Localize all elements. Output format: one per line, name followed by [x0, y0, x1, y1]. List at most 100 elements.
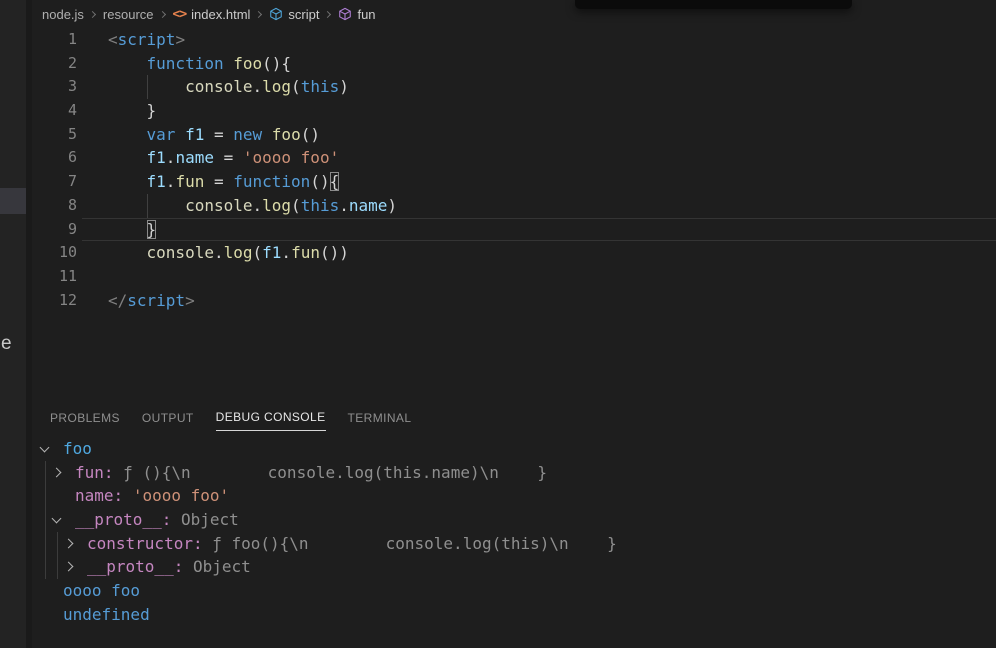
console-row-text: undefined	[63, 603, 150, 627]
code-token: >	[175, 30, 185, 49]
code-token	[123, 486, 133, 505]
code-token: log	[262, 77, 291, 96]
breadcrumb-item-fun[interactable]: fun	[338, 7, 375, 22]
code-token: (	[291, 196, 301, 215]
code-token: .	[166, 148, 176, 167]
bottom-panel: PROBLEMS OUTPUT DEBUG CONSOLE TERMINAL foof…	[32, 397, 996, 648]
code-text: f1.name = 'oooo foo'	[108, 146, 339, 170]
code-line[interactable]: 6 f1.name = 'oooo foo'	[32, 146, 996, 170]
code-token: (	[253, 243, 263, 262]
tab-problems[interactable]: PROBLEMS	[50, 404, 120, 431]
code-token: ƒ foo(){\n console.log(this)\n }	[212, 534, 617, 553]
code-token: this	[301, 196, 340, 215]
console-row-text: __proto__: Object	[87, 555, 251, 579]
tab-output[interactable]: OUTPUT	[142, 404, 194, 431]
code-line[interactable]: 10 console.log(f1.fun())	[32, 241, 996, 265]
code-token	[108, 172, 147, 191]
code-editor[interactable]: 1<script>2 function foo(){3 console.log(…	[32, 28, 996, 312]
code-token: oooo foo	[63, 581, 140, 600]
breadcrumb-label: fun	[357, 7, 375, 22]
code-line[interactable]: 2 function foo(){	[32, 52, 996, 76]
breadcrumb-label: index.html	[191, 7, 250, 22]
html-file-icon: <>	[173, 7, 187, 22]
code-text: </script>	[108, 289, 195, 313]
breadcrumb-item-script[interactable]: script	[269, 7, 319, 22]
tab-terminal[interactable]: TERMINAL	[348, 404, 412, 431]
console-row[interactable]: foo	[32, 437, 996, 461]
breadcrumb-item-resource[interactable]: resource	[103, 7, 154, 22]
console-row[interactable]: name: 'oooo foo'	[32, 484, 996, 508]
code-text: function foo(){	[108, 52, 291, 76]
code-token: script	[118, 30, 176, 49]
console-row-text: name: 'oooo foo'	[75, 484, 229, 508]
code-token: .	[253, 196, 263, 215]
chevron-right-icon	[255, 10, 262, 17]
console-row-text: oooo foo	[63, 579, 140, 603]
code-line[interactable]: 8 console.log(this.name)	[32, 194, 996, 218]
code-token: Object	[193, 557, 251, 576]
code-token: }	[108, 101, 156, 120]
code-token: f1	[147, 148, 166, 167]
code-token: undefined	[63, 605, 150, 624]
line-number: 10	[32, 241, 77, 265]
code-token: script	[127, 291, 185, 310]
code-line[interactable]: 5 var f1 = new foo()	[32, 123, 996, 147]
chevron-down-icon[interactable]	[40, 443, 50, 453]
code-token: )	[339, 77, 349, 96]
code-line[interactable]: 12</script>	[32, 289, 996, 313]
chevron-right-icon	[89, 10, 96, 17]
code-token	[114, 463, 124, 482]
line-number: 3	[32, 75, 77, 99]
code-token: console	[185, 196, 252, 215]
code-line[interactable]: 11	[32, 265, 996, 289]
code-token: name:	[75, 486, 123, 505]
code-token: name	[175, 148, 214, 167]
line-number: 11	[32, 265, 77, 289]
code-text: <script>	[108, 28, 185, 52]
code-line[interactable]: 7 f1.fun = function(){	[32, 170, 996, 194]
console-row[interactable]: undefined	[32, 603, 996, 627]
code-token: (){	[262, 54, 291, 73]
code-token: function	[147, 54, 224, 73]
chevron-right-icon[interactable]	[52, 467, 62, 477]
debug-console-output[interactable]: foofun: ƒ (){\n console.log(this.name)\n…	[32, 437, 996, 648]
code-line[interactable]: 9 }	[32, 218, 996, 242]
code-token: .	[281, 243, 291, 262]
code-token: __proto__:	[87, 557, 183, 576]
breadcrumb-item-node-js[interactable]: node.js	[42, 7, 84, 22]
background-partial-text: e	[1, 333, 12, 355]
console-row[interactable]: oooo foo	[32, 579, 996, 603]
breadcrumb-item-index-html[interactable]: <> index.html	[173, 7, 251, 22]
code-token: new	[233, 125, 262, 144]
console-row-text: fun: ƒ (){\n console.log(this.name)\n }	[75, 461, 547, 485]
console-row[interactable]: __proto__: Object	[32, 508, 996, 532]
code-token: {	[330, 172, 340, 191]
code-token: var	[147, 125, 176, 144]
code-line[interactable]: 3 console.log(this)	[32, 75, 996, 99]
code-token: fun	[291, 243, 320, 262]
code-token: ())	[320, 243, 349, 262]
code-token: 'oooo foo'	[133, 486, 229, 505]
code-line[interactable]: 1<script>	[32, 28, 996, 52]
console-row[interactable]: fun: ƒ (){\n console.log(this.name)\n }	[32, 461, 996, 485]
code-token: .	[166, 172, 176, 191]
chevron-down-icon[interactable]	[52, 514, 62, 524]
code-token: ƒ (){\n console.log(this.name)\n }	[123, 463, 547, 482]
line-number: 6	[32, 146, 77, 170]
code-token: .	[253, 77, 263, 96]
chevron-right-icon[interactable]	[64, 562, 74, 572]
code-line[interactable]: 4 }	[32, 99, 996, 123]
breadcrumb-label: node.js	[42, 7, 84, 22]
chevron-right-icon	[324, 10, 331, 17]
code-token: this	[301, 77, 340, 96]
tab-debug-console[interactable]: DEBUG CONSOLE	[216, 403, 326, 431]
console-row[interactable]: __proto__: Object	[32, 555, 996, 579]
code-token	[224, 54, 234, 73]
background-selected-item	[0, 188, 26, 214]
code-token: fun	[175, 172, 204, 191]
console-row[interactable]: constructor: ƒ foo(){\n console.log(this…	[32, 532, 996, 556]
code-token: =	[214, 148, 243, 167]
code-token	[262, 125, 272, 144]
code-text: }	[108, 99, 156, 123]
chevron-right-icon[interactable]	[64, 538, 74, 548]
